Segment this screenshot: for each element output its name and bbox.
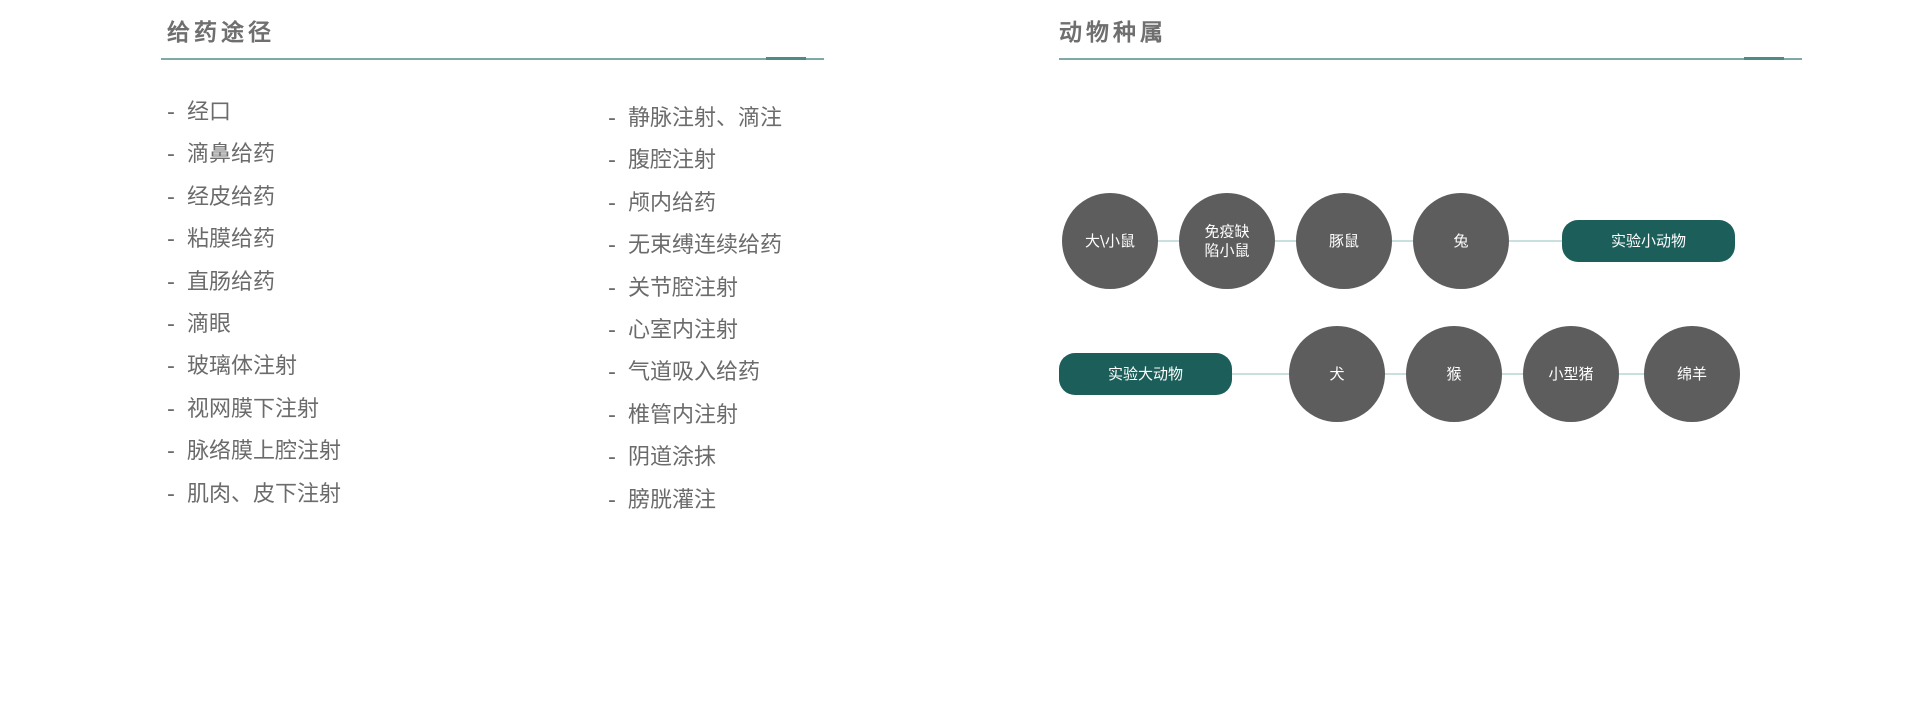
species-circle-label: 绵羊 [1677,365,1707,383]
species-circle-label: 小型猪 [1548,365,1593,383]
species-circle-label: 犬 [1329,365,1344,383]
species-circle-label: 兔 [1453,232,1468,250]
species-circle-label: 陷小鼠 [1204,242,1249,260]
species-circle-label: 大\小鼠 [1085,232,1135,250]
species-diagram: 大\小鼠 免疫缺陷小鼠 豚鼠 兔 实验小动物犬 猴 小型猪 绵羊 实验大动物 [1059,193,1740,422]
species-circle-label: 豚鼠 [1329,232,1359,250]
species-group-label: 实验大动物 [1108,365,1183,383]
species-group-label: 实验小动物 [1611,232,1686,250]
species-circle-label: 猴 [1446,365,1461,383]
species-circle-label: 免疫缺 [1204,223,1249,241]
